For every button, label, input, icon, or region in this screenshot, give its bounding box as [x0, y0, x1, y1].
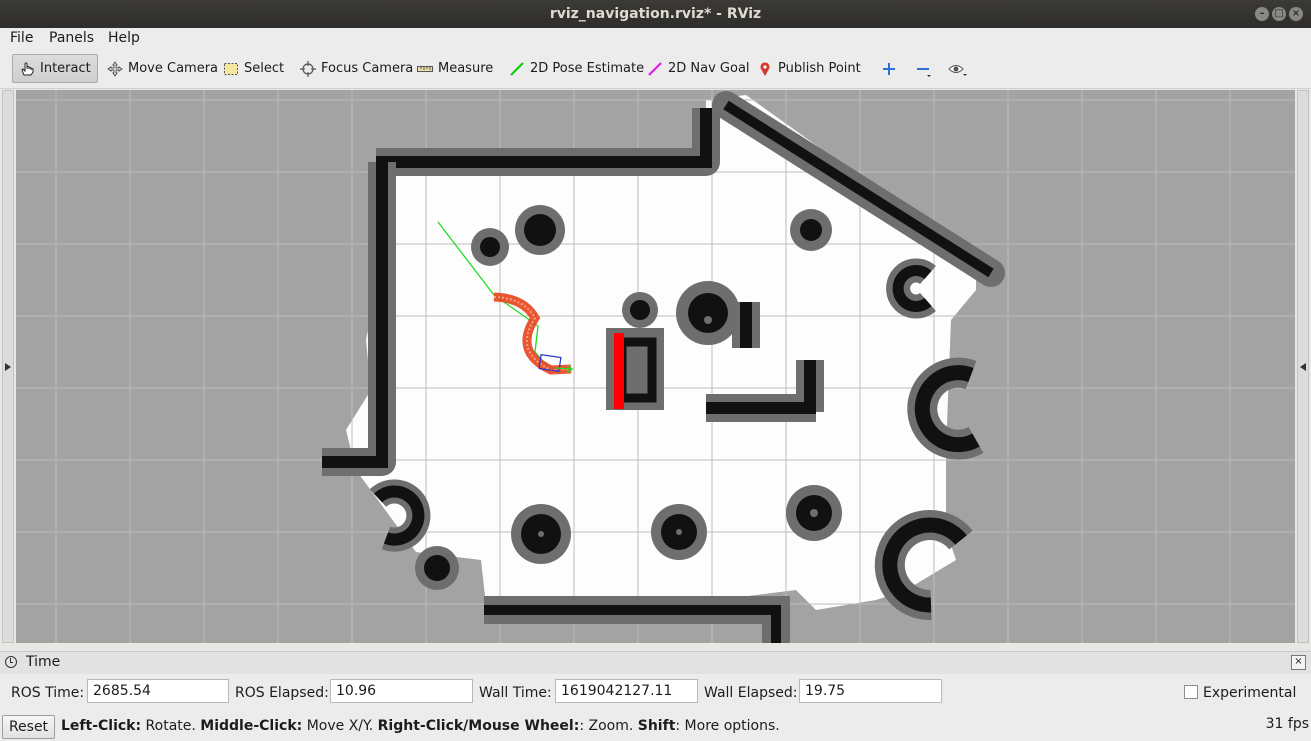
crosshair-icon	[300, 60, 316, 77]
time-panel-header: Time ×	[0, 651, 1311, 674]
pose-estimate-label: 2D Pose Estimate	[530, 61, 645, 76]
map-pin-icon	[757, 61, 773, 77]
wall-elapsed-field[interactable]: 19.75	[799, 679, 942, 703]
minimize-button[interactable]: –	[1255, 7, 1269, 21]
experimental-checkbox[interactable]	[1184, 685, 1198, 699]
hint-zoom: : Zoom.	[579, 718, 638, 734]
expand-left-icon	[1300, 362, 1306, 371]
ros-elapsed-field[interactable]: 10.96	[330, 679, 473, 703]
ros-time-label: ROS Time:	[11, 685, 85, 701]
hint-move: Move X/Y.	[302, 718, 378, 734]
select-box-icon	[223, 61, 239, 77]
ruler-icon	[417, 61, 433, 77]
tool-properties-button[interactable]	[941, 54, 971, 83]
interact-tool-button[interactable]: Interact	[12, 54, 98, 83]
toolbar: Interact Move Camera Select Focus Camera…	[0, 50, 1311, 89]
move-camera-label: Move Camera	[128, 61, 219, 76]
plus-icon	[881, 61, 897, 77]
hint-shift: Shift	[637, 718, 676, 734]
select-label: Select	[244, 61, 285, 76]
wall-time-label: Wall Time:	[479, 685, 552, 701]
experimental-label: Experimental	[1203, 685, 1297, 701]
minus-icon	[915, 61, 931, 77]
expand-right-icon	[5, 362, 11, 371]
nav-goal-label: 2D Nav Goal	[668, 61, 750, 76]
focus-camera-tool-button[interactable]: Focus Camera	[293, 54, 420, 83]
move-camera-tool-button[interactable]: Move Camera	[100, 54, 225, 83]
publish-point-label: Publish Point	[778, 61, 861, 76]
hint-middle-click: Middle-Click:	[200, 718, 303, 734]
select-tool-button[interactable]: Select	[216, 54, 291, 83]
wall-time-field[interactable]: 1619042127.11	[555, 679, 698, 703]
publish-point-tool-button[interactable]: Publish Point	[750, 54, 868, 83]
ros-elapsed-label: ROS Elapsed:	[235, 685, 329, 701]
time-panel-title: Time	[26, 654, 61, 670]
eye-icon	[948, 61, 967, 77]
close-panel-button[interactable]: ×	[1291, 655, 1306, 670]
right-dock-toggle[interactable]	[1297, 90, 1309, 643]
status-bar: Reset Left-Click: Rotate. Middle-Click: …	[0, 712, 1311, 741]
pose-estimate-tool-button[interactable]: 2D Pose Estimate	[502, 54, 651, 83]
window-title: rviz_navigation.rviz* - RViz	[549, 6, 762, 22]
menubar: File Panels Help	[0, 28, 1311, 50]
menu-file[interactable]: File	[10, 30, 33, 46]
3d-viewport[interactable]	[16, 90, 1295, 643]
hint-rotate: Rotate.	[141, 718, 201, 734]
wall-elapsed-label: Wall Elapsed:	[704, 685, 798, 701]
measure-tool-button[interactable]: Measure	[410, 54, 500, 83]
ros-time-field[interactable]: 2685.54	[87, 679, 229, 703]
hint-left-click: Left-Click:	[61, 718, 142, 734]
laser-scan	[614, 333, 624, 409]
nav-goal-tool-button[interactable]: 2D Nav Goal	[640, 54, 757, 83]
tool-hint: Left-Click: Rotate. Middle-Click: Move X…	[61, 718, 780, 734]
menu-panels[interactable]: Panels	[49, 30, 94, 46]
close-button[interactable]: ×	[1289, 7, 1303, 21]
hand-icon	[19, 61, 35, 77]
window-titlebar: rviz_navigation.rviz* - RViz – □ ×	[0, 0, 1311, 28]
green-arrow-icon	[509, 61, 525, 77]
focus-camera-label: Focus Camera	[321, 61, 414, 76]
fps-counter: 31 fps	[1265, 716, 1309, 732]
add-tool-button[interactable]	[874, 54, 904, 83]
measure-label: Measure	[438, 61, 494, 76]
remove-tool-button[interactable]	[908, 54, 938, 83]
hint-right-click: Right-Click/Mouse Wheel:	[377, 718, 580, 734]
clock-icon	[5, 656, 17, 668]
menu-help[interactable]: Help	[108, 30, 140, 46]
occupancy-map[interactable]	[16, 90, 1295, 643]
hint-more: : More options.	[675, 718, 780, 734]
move-arrows-icon	[107, 60, 123, 77]
reset-button[interactable]: Reset	[2, 715, 55, 739]
maximize-button[interactable]: □	[1272, 7, 1286, 21]
time-panel: ROS Time: 2685.54 ROS Elapsed: 10.96 Wal…	[0, 674, 1311, 712]
magenta-arrow-icon	[647, 61, 663, 77]
interact-label: Interact	[40, 61, 91, 76]
left-dock-toggle[interactable]	[2, 90, 14, 643]
